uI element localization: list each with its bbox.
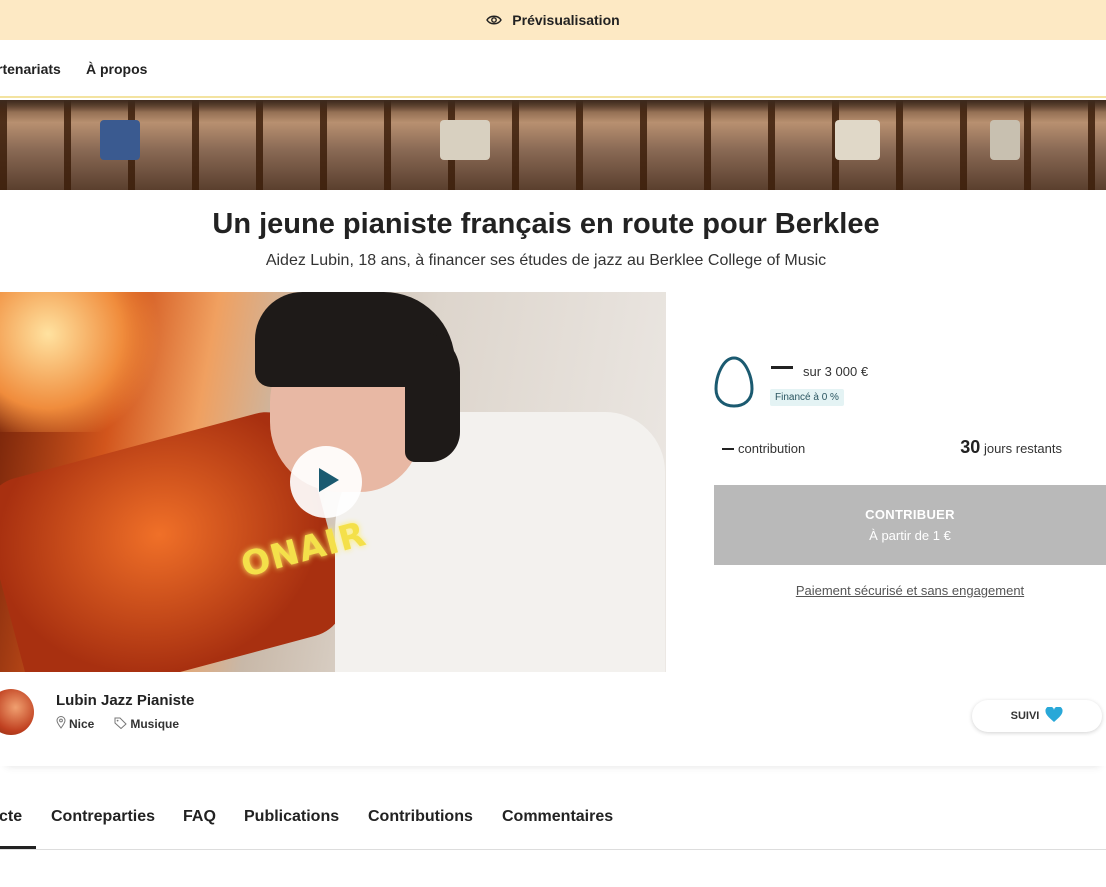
- top-navigation: rtenariats À propos: [0, 40, 1106, 98]
- tag-icon: [114, 717, 128, 732]
- follow-label: SUIVI: [1010, 710, 1040, 722]
- project-owner: Lubin Jazz Pianiste Nice Musique SUIVI: [0, 680, 1106, 766]
- days-remaining: 30 jours restants: [960, 437, 1062, 458]
- owner-category[interactable]: Musique: [130, 717, 179, 731]
- tab-faq[interactable]: FAQ: [183, 808, 216, 826]
- owner-avatar[interactable]: [0, 689, 34, 735]
- owner-name[interactable]: Lubin Jazz Pianiste: [56, 692, 194, 709]
- funding-progress-egg-icon: [714, 356, 754, 413]
- tab-contreparties[interactable]: Contreparties: [51, 808, 155, 826]
- project-video[interactable]: ONAIR: [0, 292, 666, 672]
- secure-payment-link[interactable]: Paiement sécurisé et sans engagement: [714, 583, 1106, 598]
- nav-item-a-propos[interactable]: À propos: [86, 61, 147, 77]
- owner-meta: Nice Musique: [56, 716, 199, 732]
- contribution-label: contribution: [738, 441, 806, 456]
- contribute-button-label: CONTRIBUER: [865, 507, 955, 522]
- contribution-count-placeholder: [722, 447, 734, 450]
- preview-label: Prévisualisation: [512, 12, 620, 28]
- play-button[interactable]: [290, 446, 362, 518]
- follow-button[interactable]: SUIVI: [972, 700, 1102, 732]
- contribute-button[interactable]: CONTRIBUER À partir de 1 €: [714, 485, 1106, 565]
- raised-amount-placeholder: [771, 366, 793, 369]
- tab-projet[interactable]: cte: [0, 808, 22, 826]
- project-tabs: cte Contreparties FAQ Publications Contr…: [0, 790, 1106, 850]
- funding-goal: sur 3 000 €: [803, 364, 869, 379]
- nav-item-partenariats[interactable]: rtenariats: [0, 61, 61, 77]
- days-label: jours restants: [983, 441, 1062, 456]
- tab-contributions[interactable]: Contributions: [368, 808, 473, 826]
- contribution-count: contribution: [722, 441, 805, 456]
- tab-publications[interactable]: Publications: [244, 808, 339, 826]
- funded-badge: Financé à 0 %: [770, 389, 844, 406]
- project-banner-image: [0, 100, 1106, 190]
- play-icon: [311, 466, 341, 499]
- project-title: Un jeune pianiste français en route pour…: [212, 208, 880, 240]
- contribute-button-sublabel: À partir de 1 €: [869, 528, 951, 543]
- location-pin-icon: [56, 716, 66, 732]
- active-tab-indicator: [0, 846, 36, 849]
- heart-icon: [1045, 705, 1063, 726]
- preview-bar: Prévisualisation: [0, 0, 1106, 40]
- tab-commentaires[interactable]: Commentaires: [502, 808, 613, 826]
- days-number: 30: [960, 437, 981, 457]
- project-subtitle: Aidez Lubin, 18 ans, à financer ses étud…: [265, 252, 827, 269]
- owner-location[interactable]: Nice: [69, 717, 94, 731]
- eye-icon: [486, 14, 503, 26]
